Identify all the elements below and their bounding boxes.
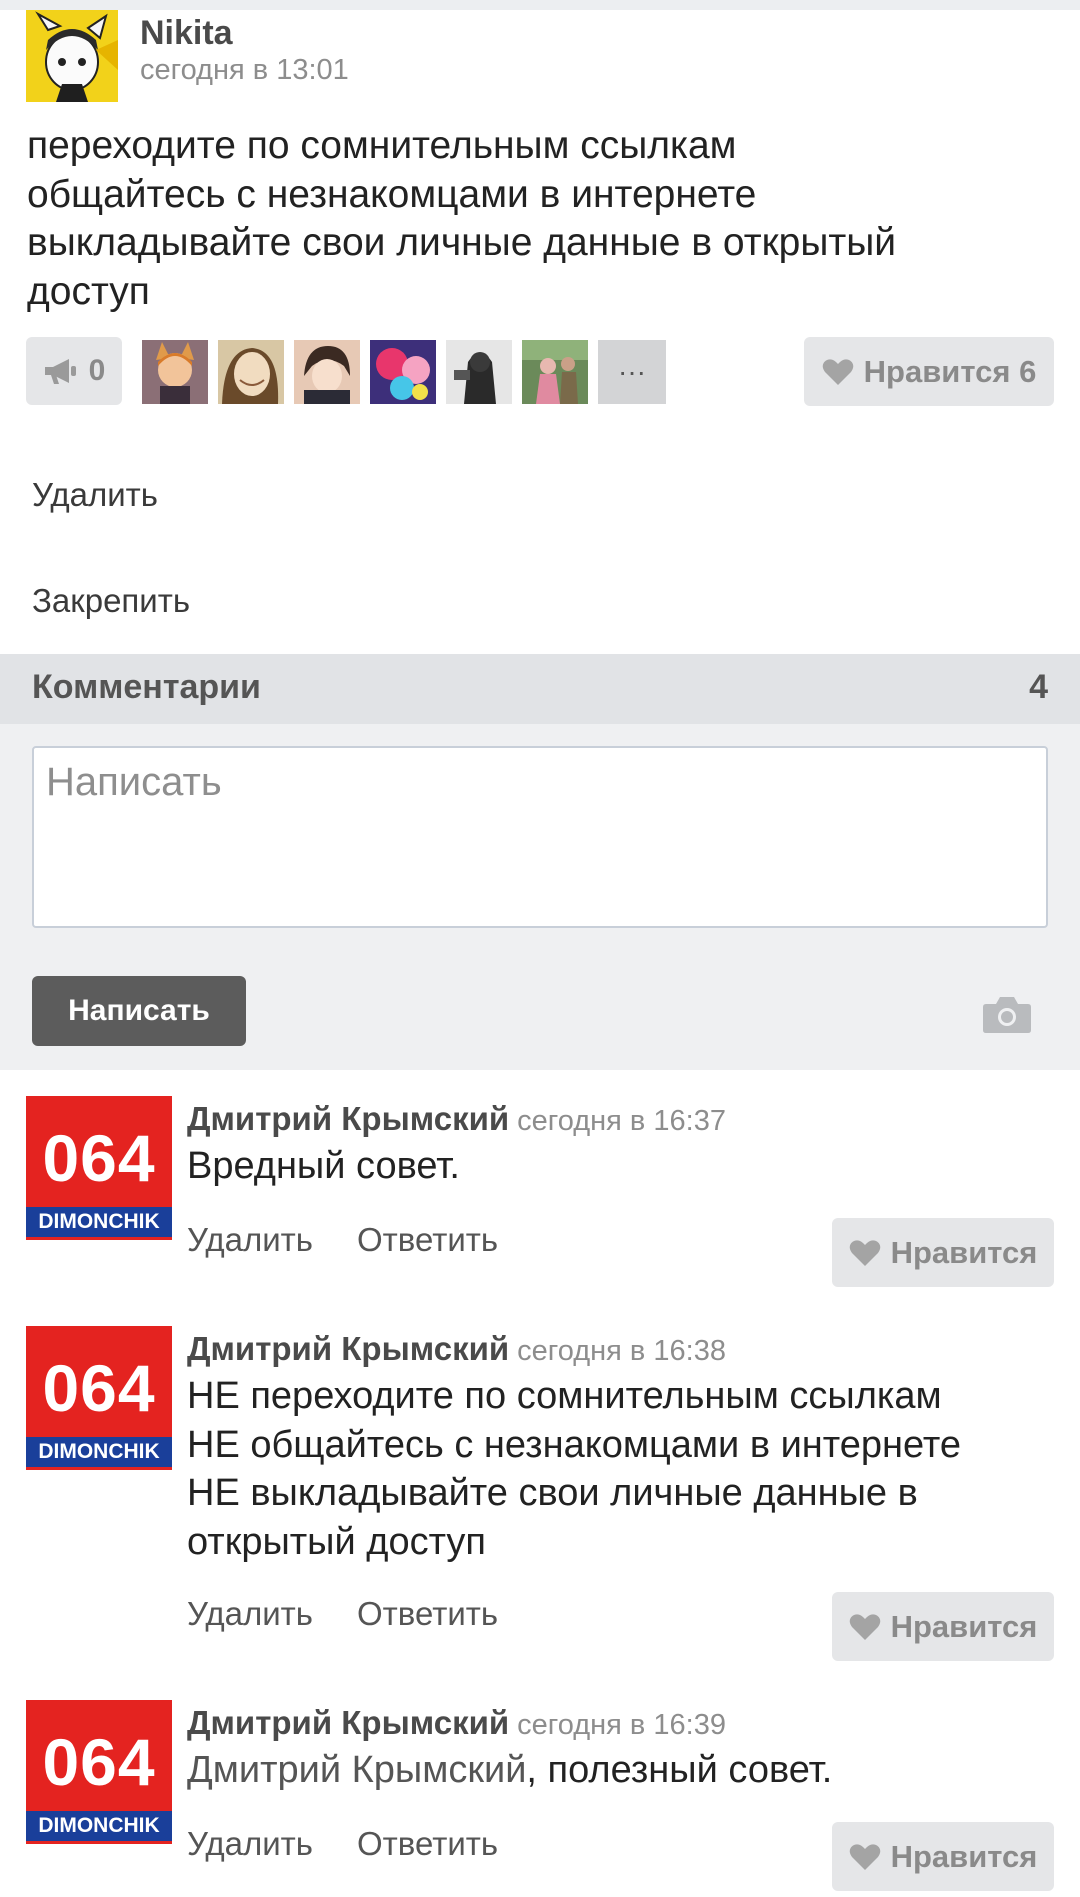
comment-text: Дмитрий Крымский, полезный совет. [187, 1746, 1067, 1795]
comment-text-rest: , полезный совет. [526, 1749, 833, 1791]
comment-delete-link[interactable]: Удалить [187, 1825, 313, 1863]
liker-avatar[interactable] [446, 340, 512, 404]
post-text: переходите по сомнительным ссылкам общай… [27, 122, 1057, 316]
comment-author-name[interactable]: Дмитрий Крымский [187, 1100, 509, 1137]
comment-author[interactable]: Дмитрий Крымский сегодня в 16:37 [187, 1100, 726, 1138]
avatar-badge-number: 064 [42, 1351, 156, 1425]
post-author-name[interactable]: Nikita [140, 14, 233, 53]
comment-like-label: Нравится [890, 1608, 1038, 1644]
comment-input[interactable] [32, 746, 1048, 928]
liker-avatar[interactable] [370, 340, 436, 404]
post-text-line: доступ [27, 269, 150, 313]
avatar-badge-number: 064 [42, 1121, 156, 1195]
post-like-button[interactable]: Нравится 6 [804, 337, 1054, 406]
comment-delete-link[interactable]: Удалить [187, 1221, 313, 1259]
heart-icon [849, 1613, 880, 1640]
submit-comment-button[interactable]: Написать [32, 976, 246, 1046]
comment-reply-link[interactable]: Ответить [357, 1825, 498, 1863]
liker-avatar[interactable] [522, 340, 588, 404]
repost-button[interactable]: 0 [26, 337, 122, 405]
author-avatar[interactable] [26, 10, 118, 102]
comment-like-label: Нравится [890, 1234, 1038, 1270]
comment-reply-link[interactable]: Ответить [357, 1595, 498, 1633]
comments-title: Комментарии [32, 668, 261, 706]
comment-text-line: открытый доступ [187, 1520, 486, 1563]
liker-avatar[interactable] [142, 340, 208, 404]
post-text-line: выкладывайте свои личные данные в открыт… [27, 221, 897, 264]
post-like-label: Нравится 6 [863, 353, 1037, 389]
post-text-line: переходите по сомнительным ссылкам [27, 124, 737, 167]
comment-timestamp: сегодня в 16:37 [517, 1105, 726, 1137]
comment-like-button[interactable]: Нравится [832, 1822, 1054, 1891]
comment-timestamp: сегодня в 16:39 [517, 1709, 726, 1741]
heart-icon [822, 358, 853, 385]
avatar-badge-caption: DIMONCHIK [26, 1811, 172, 1841]
comment-author-name[interactable]: Дмитрий Крымский [187, 1330, 509, 1367]
avatar-badge-number: 064 [42, 1725, 156, 1799]
liker-avatar[interactable] [294, 340, 360, 404]
liker-avatar[interactable] [218, 340, 284, 404]
delete-post-link[interactable]: Удалить [32, 476, 158, 514]
comment-text-line: Вредный совет. [187, 1145, 460, 1187]
comment-author-name[interactable]: Дмитрий Крымский [187, 1704, 509, 1741]
heart-icon [849, 1239, 880, 1266]
comment-text-line: НЕ общайтесь с незнакомцами в интернете [187, 1423, 962, 1466]
comment-timestamp: сегодня в 16:38 [517, 1335, 726, 1367]
heart-icon [849, 1843, 880, 1870]
megaphone-icon [44, 359, 76, 384]
more-likers-button[interactable]: ··· [598, 340, 666, 404]
camera-icon[interactable] [982, 994, 1032, 1034]
comment-text-line: НЕ выкладывайте свои личные данные в [187, 1472, 918, 1514]
comment-like-label: Нравится [890, 1838, 1038, 1874]
comment-compose-area: Написать [0, 724, 1080, 1070]
comment-reply-link[interactable]: Ответить [357, 1221, 498, 1259]
commenter-avatar[interactable]: 064 DIMONCHIK [26, 1700, 172, 1844]
comment-like-button[interactable]: Нравится [832, 1592, 1054, 1661]
comment-text-line: НЕ переходите по сомнительным ссылкам [187, 1375, 942, 1417]
comment-delete-link[interactable]: Удалить [187, 1595, 313, 1633]
avatar-badge-caption: DIMONCHIK [26, 1437, 172, 1467]
commenter-avatar[interactable]: 064 DIMONCHIK [26, 1096, 172, 1240]
repost-count: 0 [88, 354, 106, 387]
avatar-badge-caption: DIMONCHIK [26, 1207, 172, 1237]
comment-like-button[interactable]: Нравится [832, 1218, 1054, 1287]
comment-author[interactable]: Дмитрий Крымский сегодня в 16:38 [187, 1330, 726, 1368]
commenter-avatar[interactable]: 064 DIMONCHIK [26, 1326, 172, 1470]
pin-post-link[interactable]: Закрепить [32, 582, 190, 620]
comment-mention-link[interactable]: Дмитрий Крымский [187, 1749, 526, 1791]
comments-count: 4 [1029, 668, 1048, 706]
post-text-line: общайтесь с незнакомцами в интернете [27, 172, 757, 216]
comment-author[interactable]: Дмитрий Крымский сегодня в 16:39 [187, 1704, 726, 1742]
top-strip [0, 0, 1080, 10]
comment-text: Вредный совет. [187, 1142, 1067, 1191]
comments-header: Комментарии 4 [0, 654, 1080, 724]
post-timestamp: сегодня в 13:01 [140, 54, 349, 86]
comment-text: НЕ переходите по сомнительным ссылкам НЕ… [187, 1372, 1067, 1566]
